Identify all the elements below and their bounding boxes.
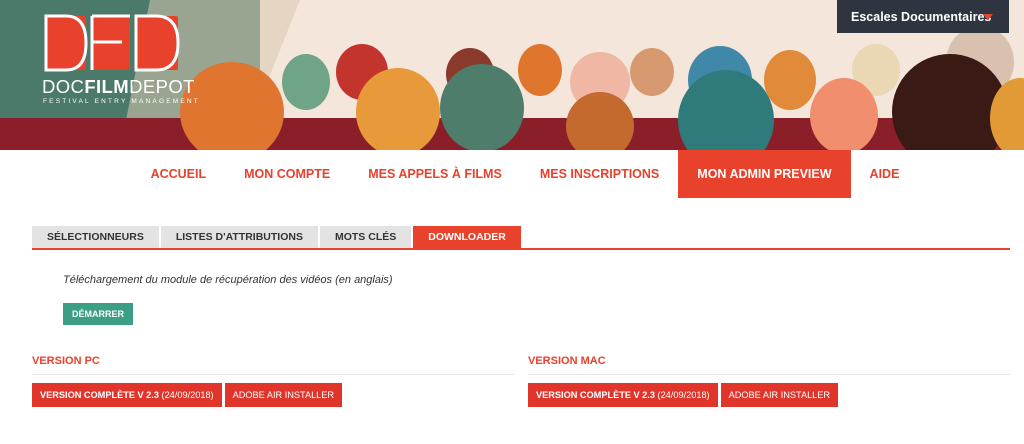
nav-item-mes-appels-a-films[interactable]: MES APPELS À FILMS	[349, 150, 521, 198]
nav-item-mon-compte[interactable]: MON COMPTE	[225, 150, 349, 198]
version-mac-section: VERSION MAC VERSION COMPLÈTE V 2.3 (24/0…	[528, 355, 1010, 407]
pc-full-version-button[interactable]: VERSION COMPLÈTE V 2.3 (24/09/2018)	[32, 383, 222, 407]
downloader-intro: Téléchargement du module de récupération…	[63, 274, 393, 286]
tab-listes-attributions[interactable]: LISTES D'ATTRIBUTIONS	[160, 226, 318, 248]
dfd-logo-mark	[44, 14, 180, 72]
version-pc-section: VERSION PC VERSION COMPLÈTE V 2.3 (24/09…	[32, 355, 514, 407]
festival-selector-label: Escales Documentaires	[851, 9, 992, 24]
pc-adobe-air-button[interactable]: ADOBE AIR INSTALLER	[224, 383, 343, 407]
version-pc-title: VERSION PC	[32, 355, 514, 375]
brand-tagline: FESTIVAL ENTRY MANAGEMENT	[43, 98, 200, 105]
mac-full-version-label: VERSION COMPLÈTE V 2.3	[536, 390, 655, 400]
admin-tabs: SÉLECTIONNEURS LISTES D'ATTRIBUTIONS MOT…	[32, 226, 1010, 250]
main-navigation: ACCUEIL MON COMPTE MES APPELS À FILMS ME…	[0, 150, 1024, 198]
mac-adobe-air-button[interactable]: ADOBE AIR INSTALLER	[720, 383, 839, 407]
nav-item-mon-admin-preview[interactable]: MON ADMIN PREVIEW	[678, 150, 851, 198]
brand-name: DOCFILMDEPOT	[42, 76, 195, 97]
mac-full-version-button[interactable]: VERSION COMPLÈTE V 2.3 (24/09/2018)	[528, 383, 718, 407]
docfilmdepot-logo[interactable]: DOCFILMDEPOT FESTIVAL ENTRY MANAGEMENT	[38, 12, 198, 112]
nav-item-aide[interactable]: AIDE	[851, 150, 919, 198]
tab-mots-cles[interactable]: MOTS CLÉS	[319, 226, 412, 248]
header-banner: DOCFILMDEPOT FESTIVAL ENTRY MANAGEMENT E…	[0, 0, 1024, 150]
pc-full-version-label: VERSION COMPLÈTE V 2.3	[40, 390, 159, 400]
nav-item-accueil[interactable]: ACCUEIL	[132, 150, 226, 198]
caret-down-icon	[983, 14, 993, 20]
version-mac-title: VERSION MAC	[528, 355, 1010, 375]
mac-full-version-date: (24/09/2018)	[657, 390, 710, 400]
start-button[interactable]: DÉMARRER	[63, 303, 134, 325]
nav-item-mes-inscriptions[interactable]: MES INSCRIPTIONS	[521, 150, 678, 198]
festival-selector[interactable]: Escales Documentaires	[837, 0, 1009, 33]
tab-selectionneurs[interactable]: SÉLECTIONNEURS	[32, 226, 159, 248]
tab-downloader[interactable]: DOWNLOADER	[413, 226, 521, 248]
pc-full-version-date: (24/09/2018)	[161, 390, 214, 400]
